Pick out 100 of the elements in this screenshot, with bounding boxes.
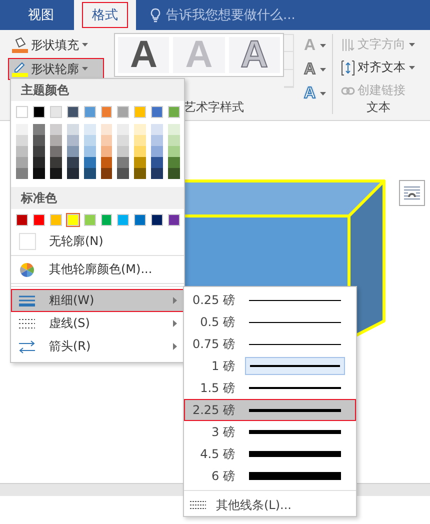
color-swatch[interactable] [66,146,79,157]
color-swatch[interactable] [50,214,62,226]
color-swatch[interactable] [16,157,28,168]
color-swatch[interactable] [168,124,180,135]
color-swatch[interactable] [168,168,180,179]
menu-item[interactable]: 其他线条(L)... [184,494,292,516]
color-swatch[interactable] [134,168,146,179]
color-swatch[interactable] [151,157,164,168]
color-swatch[interactable] [66,106,79,118]
line-weight-option[interactable]: 2.25 磅 [184,399,356,421]
ribbon-tab[interactable]: 视图 [14,0,68,30]
color-swatch[interactable] [32,106,45,118]
tell-me-field[interactable]: 告诉我您想要做什么... [166,6,296,24]
submenu-arrow-icon [173,297,177,304]
layout-options-button[interactable] [399,180,425,206]
color-swatch[interactable] [100,146,112,157]
align-text-button[interactable]: 对齐文本 [338,57,425,78]
color-swatch[interactable] [117,135,130,146]
wordart-gallery[interactable]: A A A [114,33,284,77]
color-swatch[interactable] [151,146,164,157]
menu-item[interactable]: 箭头(R) [11,335,184,358]
caret-icon [320,68,326,72]
color-swatch[interactable] [32,146,45,157]
color-swatch[interactable] [84,106,96,118]
color-swatch[interactable] [134,106,146,118]
gallery-scrollbar[interactable] [284,34,294,88]
color-swatch[interactable] [66,168,79,179]
color-swatch[interactable] [32,214,45,226]
color-swatch[interactable] [16,106,28,118]
line-weight-option[interactable]: 3 磅 [184,421,356,443]
color-swatch[interactable] [151,168,164,179]
color-swatch[interactable] [16,146,28,157]
color-swatch[interactable] [50,124,62,135]
shape-fill-button[interactable]: 形状填充 [8,34,104,56]
ribbon-tab[interactable]: 格式 [74,0,136,30]
color-swatch[interactable] [100,157,112,168]
color-swatch[interactable] [117,124,130,135]
color-swatch[interactable] [50,106,62,118]
dashed-lines-icon [19,318,35,330]
color-swatch[interactable] [134,135,146,146]
color-swatch[interactable] [151,214,164,226]
color-swatch[interactable] [16,124,28,135]
color-swatch[interactable] [50,135,62,146]
line-weight-option[interactable]: 4.5 磅 [184,443,356,465]
color-swatch[interactable] [151,124,164,135]
color-swatch[interactable] [117,157,130,168]
line-weight-option[interactable]: 0.5 磅 [184,311,356,333]
color-swatch[interactable] [84,214,96,226]
color-swatch[interactable] [16,135,28,146]
color-swatch[interactable] [168,157,180,168]
color-swatch[interactable] [16,214,28,226]
color-swatch[interactable] [66,157,79,168]
color-swatch[interactable] [134,124,146,135]
color-swatch[interactable] [100,135,112,146]
color-swatch[interactable] [168,146,180,157]
color-swatch[interactable] [66,214,79,226]
color-swatch[interactable] [168,214,180,226]
submenu-arrow-icon [173,343,177,350]
color-swatch[interactable] [151,135,164,146]
color-swatch[interactable] [32,124,45,135]
color-swatch[interactable] [32,168,45,179]
line-weight-option[interactable]: 6 磅 [184,465,356,487]
color-swatch[interactable] [117,106,130,118]
color-swatch[interactable] [100,214,112,226]
color-swatch[interactable] [134,146,146,157]
menu-item[interactable]: 其他轮廓颜色(M)... [11,258,184,281]
color-swatch[interactable] [117,146,130,157]
color-swatch[interactable] [84,157,96,168]
color-swatch[interactable] [168,106,180,118]
color-swatch[interactable] [117,168,130,179]
color-swatch[interactable] [134,214,146,226]
color-swatch[interactable] [117,214,130,226]
color-swatch[interactable] [50,157,62,168]
color-swatch[interactable] [16,168,28,179]
menu-item[interactable]: 粗细(W) [11,289,184,312]
color-swatch[interactable] [66,124,79,135]
color-swatch[interactable] [100,168,112,179]
color-swatch[interactable] [84,146,96,157]
caret-icon [320,92,326,96]
line-weight-option[interactable]: 1 磅 [184,355,356,377]
line-weight-option[interactable]: 1.5 磅 [184,377,356,399]
color-swatch[interactable] [32,157,45,168]
line-weight-option[interactable]: 0.75 磅 [184,333,356,355]
wordart-style-preview[interactable]: A [118,37,170,73]
color-swatch[interactable] [66,135,79,146]
color-swatch[interactable] [100,124,112,135]
color-swatch[interactable] [32,135,45,146]
menu-item[interactable]: 虚线(S) [11,312,184,335]
color-swatch[interactable] [50,168,62,179]
line-weight-option[interactable]: 0.25 磅 [184,289,356,311]
color-swatch[interactable] [134,157,146,168]
color-swatch[interactable] [100,106,112,118]
color-swatch[interactable] [84,124,96,135]
color-swatch[interactable] [151,106,164,118]
color-swatch[interactable] [50,146,62,157]
shape-outline-button[interactable]: 形状轮廓 [8,58,104,80]
menu-item[interactable]: 无轮廓(N) [11,230,184,253]
color-swatch[interactable] [84,168,96,179]
color-swatch[interactable] [168,135,180,146]
color-swatch[interactable] [84,135,96,146]
